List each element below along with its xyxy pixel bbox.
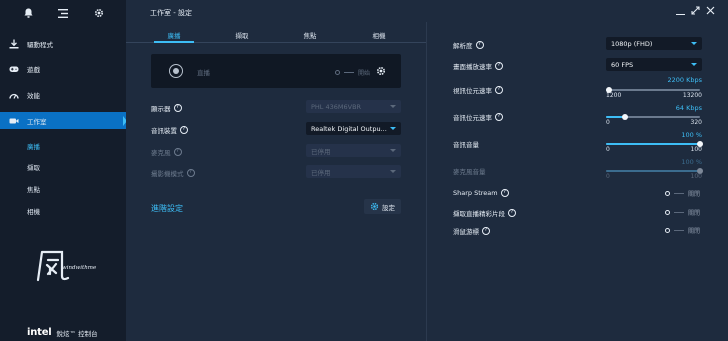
sharp-stream-label: Sharp Stream? xyxy=(453,189,509,197)
camera-mode-select[interactable]: 已停用 xyxy=(306,165,401,178)
mouse-cursor-toggle[interactable]: 關閉 xyxy=(665,226,700,235)
camera-icon xyxy=(9,118,19,123)
audio-device-label: 音訊裝置? xyxy=(151,125,188,135)
help-icon[interactable]: ? xyxy=(186,169,195,177)
broadcast-toggle[interactable]: 開始 xyxy=(335,68,370,77)
intel-logo: intel xyxy=(27,327,52,338)
resolution-label: 解析度? xyxy=(453,40,484,50)
close-icon[interactable] xyxy=(706,6,715,17)
audio-volume-value: 100 % xyxy=(681,131,702,139)
sidebar-subitem-broadcast[interactable]: 廣播 xyxy=(27,141,40,151)
help-icon[interactable]: ? xyxy=(482,227,490,235)
sidebar-item-drivers[interactable]: 驅動程式 xyxy=(0,35,126,52)
chevron-down-icon xyxy=(390,149,396,152)
slider-fill xyxy=(606,143,700,145)
display-select[interactable]: PHL 436M6VBR xyxy=(306,100,401,113)
settings-button[interactable]: 設定 xyxy=(364,199,401,214)
help-icon[interactable]: ? xyxy=(495,113,503,121)
sidebar-item-label: 驅動程式 xyxy=(27,40,53,49)
help-icon[interactable]: ? xyxy=(508,209,516,217)
audio-bitrate-max: 320 xyxy=(690,119,702,126)
framerate-select[interactable]: 60 FPS xyxy=(606,58,702,71)
microphone-select[interactable]: 已停用 xyxy=(306,144,401,157)
tab-broadcast[interactable]: 廣播 xyxy=(144,30,204,40)
download-icon xyxy=(9,39,19,48)
help-icon[interactable]: ? xyxy=(495,86,503,94)
chevron-down-icon xyxy=(390,105,396,108)
sidebar: 驅動程式 遊戲 效能 工作室 廣播 擷取 焦點 相機 windwithme in… xyxy=(0,0,127,341)
sidebar-item-label: 效能 xyxy=(27,91,40,100)
sidebar-item-games[interactable]: 遊戲 xyxy=(0,60,126,77)
gamepad-icon xyxy=(9,66,19,72)
audio-bitrate-label: 音訊位元速率? xyxy=(453,112,503,122)
sidebar-subitem-camera[interactable]: 相機 xyxy=(27,206,40,216)
window-controls xyxy=(676,6,715,17)
sidebar-subitem-capture[interactable]: 擷取 xyxy=(27,162,40,172)
window-title: 工作室 - 設定 xyxy=(150,9,192,17)
framerate-label: 畫面播放速率? xyxy=(453,61,503,71)
sharp-stream-toggle[interactable]: 關閉 xyxy=(665,189,700,198)
mic-volume-value: 100 % xyxy=(681,158,702,166)
highlights-label: 擷取直播精彩片段? xyxy=(453,208,516,218)
highlights-toggle[interactable]: 關閉 xyxy=(665,208,700,217)
resize-icon[interactable] xyxy=(691,6,700,17)
audio-bitrate-value: 64 Kbps xyxy=(675,104,702,112)
sidebar-item-label: 遊戲 xyxy=(27,65,40,74)
video-bitrate-slider[interactable] xyxy=(606,87,700,93)
broadcast-panel: 直播 開始 xyxy=(151,54,401,88)
audio-bitrate-slider[interactable] xyxy=(606,114,700,120)
video-bitrate-value: 2200 Kbps xyxy=(667,76,702,84)
resolution-select[interactable]: 1080p (FHD) xyxy=(606,37,702,50)
tab-camera[interactable]: 相機 xyxy=(349,30,409,40)
video-bitrate-max: 13200 xyxy=(682,92,702,99)
help-icon[interactable]: ? xyxy=(500,189,509,197)
broadcast-gear-icon[interactable] xyxy=(376,66,386,78)
video-bitrate-label: 視訊位元速率? xyxy=(453,85,503,95)
chevron-down-icon xyxy=(390,170,396,173)
mic-volume-max: 100 xyxy=(690,173,702,180)
minimize-icon[interactable] xyxy=(676,7,685,16)
display-label: 顯示器? xyxy=(151,103,182,113)
sidebar-item-performance[interactable]: 效能 xyxy=(0,86,126,103)
broadcast-label: 直播 xyxy=(197,69,210,77)
audio-volume-label: 音訊音量 xyxy=(453,141,479,149)
audio-volume-max: 100 xyxy=(690,146,702,153)
tab-capture[interactable]: 擷取 xyxy=(212,30,272,40)
footer-brand: intel 銳炫™ 控制台 xyxy=(27,327,98,338)
watermark-text: windwithme xyxy=(62,265,97,271)
sidebar-item-studio[interactable]: 工作室 xyxy=(0,112,126,129)
chevron-down-icon xyxy=(691,42,697,45)
microphone-label: 麥克風? xyxy=(151,147,182,157)
gear-icon[interactable] xyxy=(92,6,106,20)
help-icon[interactable]: ? xyxy=(173,148,182,156)
mic-volume-label: 麥克風音量 xyxy=(453,168,486,176)
performance-icon xyxy=(9,93,19,99)
panel-divider xyxy=(426,22,427,341)
slider-fill xyxy=(606,170,700,172)
record-icon xyxy=(169,64,183,78)
help-icon[interactable]: ? xyxy=(495,62,503,70)
help-icon[interactable]: ? xyxy=(475,41,484,49)
mouse-cursor-label: 滑鼠游標? xyxy=(453,226,490,236)
bell-icon[interactable] xyxy=(21,6,35,20)
chevron-down-icon xyxy=(390,127,396,130)
menu-icon[interactable] xyxy=(56,6,70,20)
tab-active-underline xyxy=(154,41,194,43)
footer-label: 銳炫™ 控制台 xyxy=(56,329,98,338)
audio-device-select[interactable]: Realtek Digital Outpu... xyxy=(306,122,401,135)
tab-focus[interactable]: 焦點 xyxy=(280,30,340,40)
sidebar-subitem-focus[interactable]: 焦點 xyxy=(27,184,40,194)
advanced-settings-link[interactable]: 進階設定 xyxy=(151,203,183,214)
sidebar-item-label: 工作室 xyxy=(27,117,47,126)
watermark-logo: windwithme xyxy=(34,248,104,288)
audio-volume-slider[interactable] xyxy=(606,141,703,147)
mic-volume-slider[interactable] xyxy=(606,168,703,174)
help-icon[interactable]: ? xyxy=(180,126,188,134)
camera-mode-label: 攝影機模式? xyxy=(151,168,195,178)
broadcast-state: 開始 xyxy=(358,70,371,77)
help-icon[interactable]: ? xyxy=(173,104,182,112)
gear-icon xyxy=(370,202,379,211)
chevron-down-icon xyxy=(691,63,697,66)
